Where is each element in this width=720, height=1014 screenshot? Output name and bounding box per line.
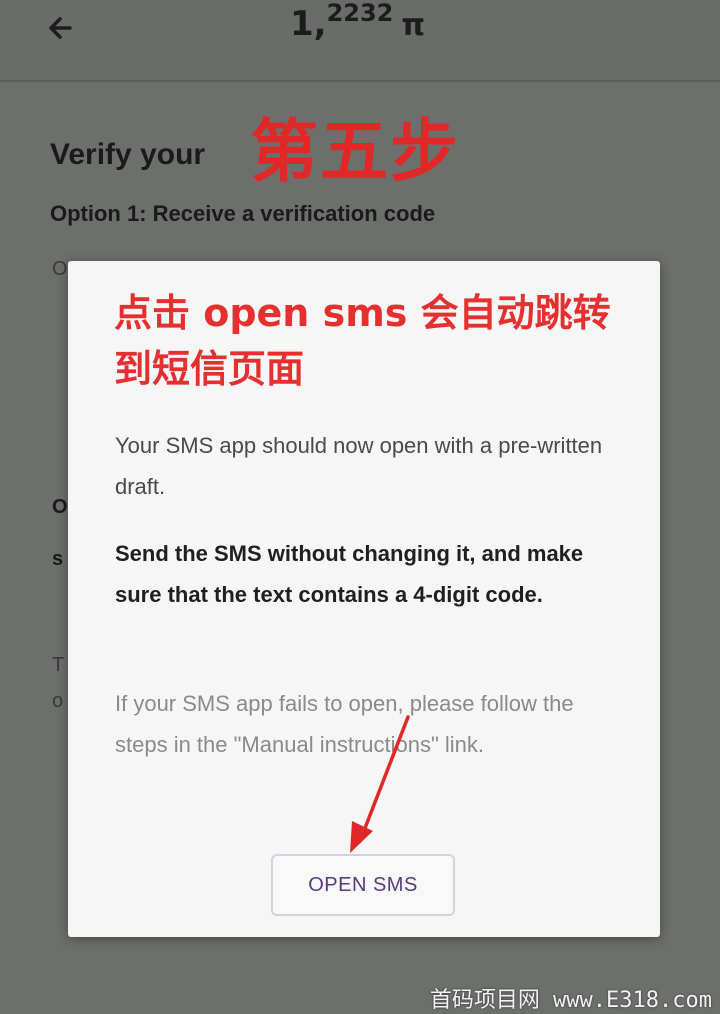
fallback-instruction: If your SMS app fails to open, please fo… (115, 691, 574, 757)
site-watermark: 首码项目网 www.E318.com (429, 988, 712, 1013)
balance-integer: 1, (290, 4, 327, 44)
step-annotation-label: 第五步 (250, 113, 461, 192)
arrow-left-icon[interactable] (40, 10, 84, 46)
background-text-fragment: o (52, 690, 64, 712)
verify-heading: Verify your (50, 138, 206, 171)
instruction-annotation: 点击 open sms 会自动跳转到短信页面 (114, 291, 611, 391)
sms-app-open-message: Your SMS app should now open with a pre-… (115, 433, 603, 499)
option-1-label: Option 1: Receive a verification code (50, 201, 436, 226)
background-text-fragment: O (52, 496, 68, 518)
pi-balance: 1,2232 π (290, 0, 426, 44)
sms-dialog: 点击 open sms 会自动跳转到短信页面 Your SMS app shou… (68, 261, 660, 937)
open-sms-button[interactable]: OPEN SMS (271, 854, 455, 916)
background-text-fragment: s (52, 548, 64, 570)
balance-decimal: 2232 (326, 0, 394, 27)
pi-currency-symbol: π (401, 8, 426, 43)
app-bar: 1,2232 π (0, 0, 720, 82)
send-sms-instruction: Send the SMS without changing it, and ma… (115, 541, 584, 607)
background-text-fragment: T (52, 654, 65, 676)
background-text-fragment: O (52, 258, 68, 280)
